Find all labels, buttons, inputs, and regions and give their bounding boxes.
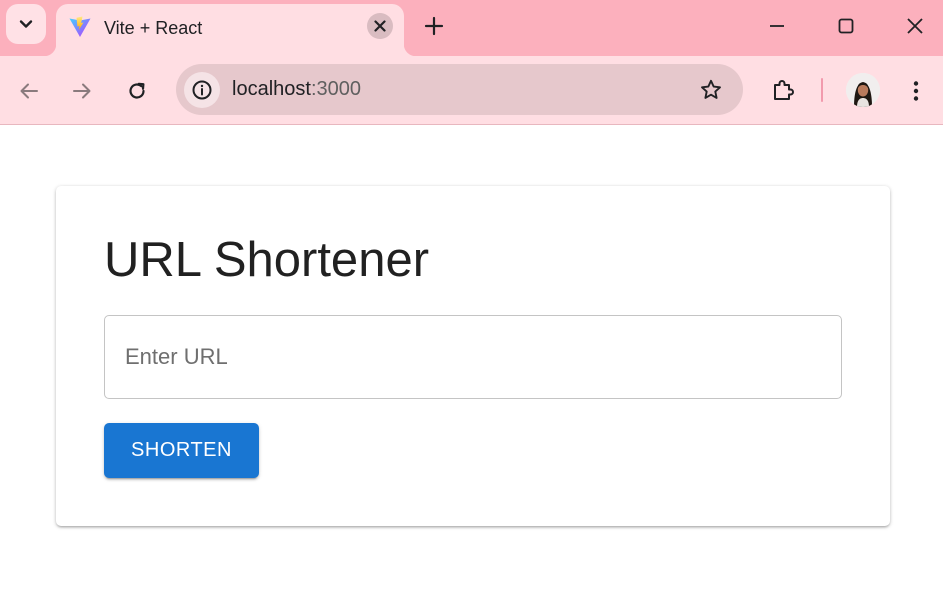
shorten-button[interactable]: SHORTEN (104, 423, 259, 478)
tab-strip: Vite + React (0, 0, 943, 56)
page-title: URL Shortener (104, 233, 430, 287)
puzzle-piece-icon (774, 80, 794, 100)
site-info-button[interactable] (184, 72, 220, 108)
address-text: localhost:3000 (232, 78, 361, 101)
url-input[interactable] (104, 315, 842, 399)
address-port: :3000 (310, 78, 361, 100)
arrow-right-icon (73, 83, 91, 99)
tab-title: Vite + React (104, 18, 203, 38)
close-icon (907, 18, 923, 34)
tab-search-button[interactable] (6, 4, 46, 44)
forward-button[interactable] (64, 73, 100, 109)
extensions-button[interactable] (765, 73, 801, 109)
reload-button[interactable] (119, 73, 155, 109)
plus-icon (424, 16, 444, 36)
maximize-icon (838, 18, 854, 34)
tab-active[interactable]: Vite + React (44, 4, 416, 56)
browser-menu-button[interactable] (898, 73, 934, 109)
close-icon (374, 20, 386, 32)
shortener-card: URL Shortener SHORTEN (56, 186, 890, 526)
reload-icon (129, 82, 145, 99)
vite-logo-icon (69, 16, 91, 37)
new-tab-button[interactable] (418, 10, 450, 42)
tab-close-button[interactable] (367, 13, 393, 39)
back-button[interactable] (11, 73, 47, 109)
window-close-button[interactable] (899, 10, 931, 42)
toolbar-divider (821, 78, 823, 102)
browser-toolbar: localhost:3000 (0, 56, 943, 125)
chevron-down-icon (19, 20, 33, 28)
address-bar[interactable]: localhost:3000 (176, 64, 743, 115)
address-host: localhost (232, 78, 311, 100)
minimize-icon (770, 25, 784, 27)
minimize-button[interactable] (761, 10, 793, 42)
bookmark-button[interactable] (697, 76, 725, 104)
profile-avatar[interactable] (846, 73, 880, 107)
star-icon (701, 79, 721, 99)
maximize-button[interactable] (830, 10, 862, 42)
more-vertical-icon (913, 81, 919, 101)
arrow-left-icon (20, 83, 38, 99)
info-icon (192, 80, 212, 100)
profile-picture-icon (846, 73, 880, 107)
